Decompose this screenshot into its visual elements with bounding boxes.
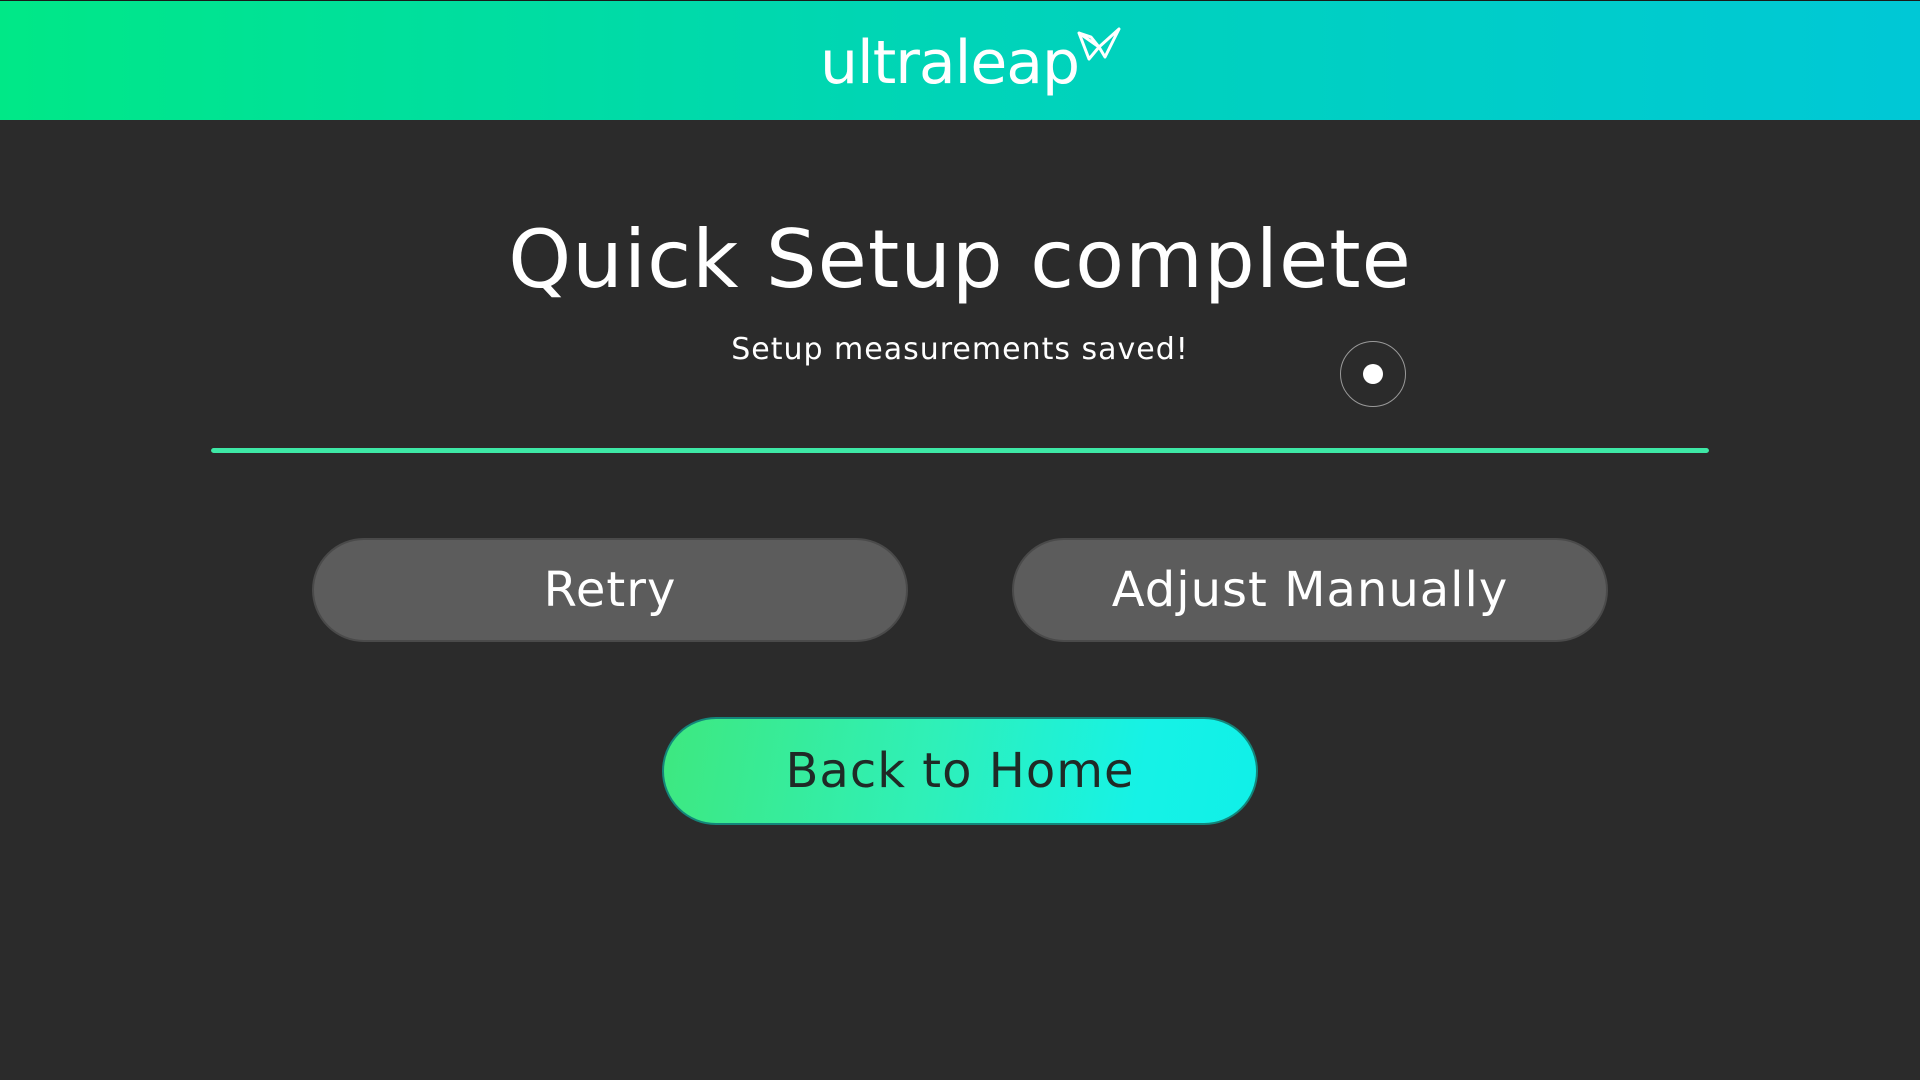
ultraleap-logo: ultraleap [820, 23, 1123, 103]
page-title: Quick Setup complete [508, 213, 1412, 306]
logo-text: ultraleap [820, 28, 1080, 98]
progress-bar [211, 448, 1709, 453]
status-message: Setup measurements saved! [731, 332, 1189, 367]
ultraleap-bird-icon [1077, 27, 1121, 61]
app-header: ultraleap [0, 0, 1920, 120]
adjust-manually-button[interactable]: Adjust Manually [1012, 538, 1608, 642]
progress-fill [211, 448, 1709, 453]
back-to-home-button[interactable]: Back to Home [662, 717, 1258, 825]
retry-button[interactable]: Retry [312, 538, 908, 642]
hand-cursor-icon [1340, 341, 1406, 407]
cursor-dot [1363, 364, 1383, 384]
